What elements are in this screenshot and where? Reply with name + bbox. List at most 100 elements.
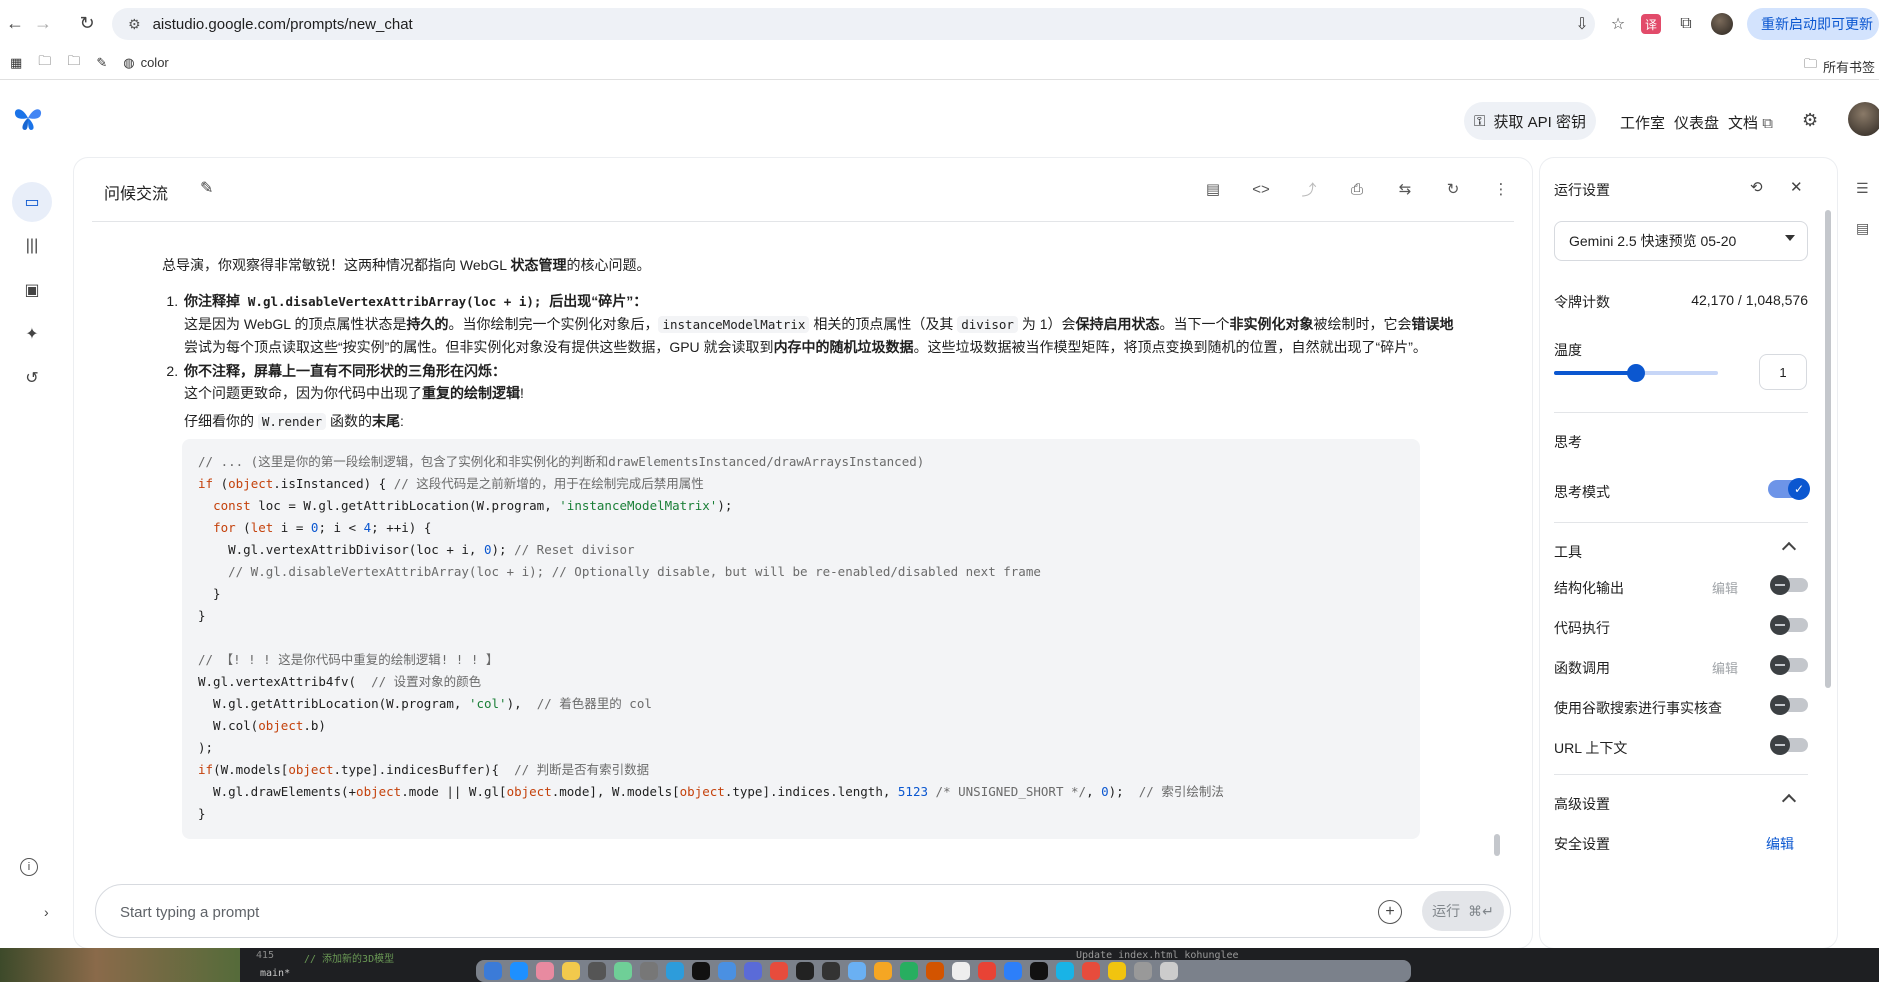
app-icon[interactable] (744, 962, 762, 980)
panel-icon[interactable]: ▤ (1856, 220, 1869, 237)
add-media-icon[interactable]: + (1378, 900, 1402, 924)
pen-icon[interactable]: ✎ (96, 55, 107, 71)
edit-title-icon[interactable]: ✎ (200, 178, 213, 198)
tune-icon[interactable]: ☰ (1856, 180, 1869, 197)
app-icon[interactable] (926, 962, 944, 980)
advanced-section[interactable]: 高级设置 (1554, 793, 1808, 814)
side-tools: ☰ ▤ (1846, 170, 1879, 250)
list-item: 你不注释，屏幕上一直有不同形状的三角形在闪烁： 这个问题更致命，因为你代码中出现… (182, 360, 1462, 433)
bookmarks-bar: ▦ 🗀 🗀 ✎ ◍ color 🗀 所有书签 (0, 46, 1879, 80)
ai-studio-logo-icon[interactable] (12, 104, 44, 132)
share-icon[interactable]: ⤴ (1296, 176, 1322, 202)
reload-icon[interactable]: ↻ (72, 8, 102, 38)
get-api-key-button[interactable]: ⚿ 获取 API 密钥 (1464, 102, 1596, 140)
nav-studio[interactable]: 工作室 (1620, 112, 1665, 133)
address-bar[interactable]: ⚙ aistudio.google.com/prompts/new_chat (112, 8, 1595, 40)
more-icon[interactable]: ⋮ (1488, 176, 1514, 202)
extension-icon[interactable]: 译 (1641, 14, 1661, 34)
settings-app-icon[interactable] (640, 962, 658, 980)
save-icon[interactable]: ⎙ (1344, 176, 1370, 202)
stream-icon[interactable]: ||| (12, 226, 52, 266)
build-icon[interactable]: ✦ (12, 314, 52, 354)
code-execution-toggle[interactable] (1770, 615, 1808, 635)
os-taskbar: 415 // 添加新的3D模型 main* Update index.html … (0, 948, 1879, 982)
notes-icon[interactable] (562, 962, 580, 980)
capcut-icon[interactable] (796, 962, 814, 980)
settings-scrollbar[interactable] (1825, 210, 1831, 688)
all-bookmarks[interactable]: 🗀 所有书签 (1804, 55, 1875, 77)
compare-arrows-icon[interactable]: ⇆ (1392, 176, 1418, 202)
check-icon: ✓ (1788, 478, 1810, 500)
app-icon[interactable] (666, 962, 684, 980)
app-store-icon[interactable] (510, 962, 528, 980)
nav-dashboard[interactable]: 仪表盘 (1674, 112, 1719, 133)
avatar[interactable] (1848, 102, 1879, 136)
history-icon[interactable]: ↺ (12, 358, 52, 398)
code-icon[interactable]: <> (1248, 176, 1274, 202)
finder-icon[interactable] (484, 962, 502, 980)
temperature-slider[interactable] (1554, 364, 1718, 382)
chat-title: 问候交流 (104, 186, 169, 203)
back-icon[interactable]: ← (0, 8, 30, 38)
terminal-icon[interactable] (822, 962, 840, 980)
app-icon[interactable] (1056, 962, 1074, 980)
install-app-icon[interactable]: ⇩ (1571, 13, 1593, 35)
forward-icon[interactable]: → (28, 8, 58, 38)
trash-icon[interactable] (1160, 962, 1178, 980)
bookmark-star-icon[interactable]: ☆ (1607, 13, 1629, 35)
thinking-mode-toggle[interactable]: ✓ (1768, 478, 1810, 500)
app-icon[interactable] (1134, 962, 1152, 980)
numbers-icon[interactable] (614, 962, 632, 980)
compare-icon[interactable]: ▤ (1200, 176, 1226, 202)
bookmark-color[interactable]: ◍ color (123, 55, 169, 71)
prompt-input[interactable] (120, 899, 1220, 925)
site-info-icon[interactable]: ⚙ (128, 16, 141, 33)
function-calling-edit[interactable]: 编辑 (1712, 658, 1738, 677)
function-calling-toggle[interactable] (1770, 655, 1808, 675)
chat-icon[interactable]: ▭ (12, 182, 52, 222)
url-context-toggle[interactable] (1770, 735, 1808, 755)
apps-grid-icon[interactable]: ▦ (10, 55, 22, 71)
reset-icon[interactable]: ⟲ (1750, 178, 1763, 196)
app-icon[interactable] (1082, 962, 1100, 980)
chrome-icon[interactable] (978, 962, 996, 980)
thinking-label: 思考 (1554, 434, 1582, 450)
app-icon[interactable] (848, 962, 866, 980)
chat-scrollbar[interactable] (1494, 834, 1500, 856)
vscode-icon[interactable] (1004, 962, 1022, 980)
puzzle-icon[interactable]: ⧉ (1675, 13, 1697, 35)
model-select[interactable]: Gemini 2.5 快速预览 05-20 (1554, 221, 1808, 261)
tools-section[interactable]: 工具 (1554, 541, 1808, 562)
grounding-toggle[interactable] (1770, 695, 1808, 715)
close-icon[interactable]: ✕ (1790, 178, 1803, 196)
media-icon[interactable]: ▣ (12, 270, 52, 310)
update-button[interactable]: 重新启动即可更新 (1747, 8, 1879, 40)
structured-output-edit[interactable]: 编辑 (1712, 578, 1738, 597)
folder-icon[interactable]: 🗀 (38, 52, 51, 74)
temperature-input[interactable]: 1 (1759, 354, 1807, 390)
safety-edit-link[interactable]: 编辑 (1766, 834, 1794, 854)
nav-docs[interactable]: 文档 ⧉ (1728, 112, 1773, 133)
app-icon[interactable] (874, 962, 892, 980)
typora-icon[interactable] (952, 962, 970, 980)
app-icon[interactable] (770, 962, 788, 980)
slider-handle[interactable] (1627, 364, 1645, 382)
app-icon[interactable] (718, 962, 736, 980)
thinking-mode-row: 思考模式 ✓ (1554, 478, 1810, 502)
folder-icon[interactable]: 🗀 (67, 52, 80, 74)
app-header: ⚿ 获取 API 密钥 工作室 仪表盘 文档 ⧉ ⚙ (0, 80, 1879, 158)
structured-output-toggle[interactable] (1770, 575, 1808, 595)
expand-sidebar-icon[interactable]: › (44, 904, 66, 926)
launchpad-icon[interactable] (536, 962, 554, 980)
wechat-icon[interactable] (900, 962, 918, 980)
run-button[interactable]: 运行 ⌘↵ (1422, 891, 1504, 931)
refresh-icon[interactable]: ↻ (1440, 176, 1466, 202)
terminal-icon[interactable] (692, 962, 710, 980)
qq-icon[interactable] (1030, 962, 1048, 980)
app-icon[interactable] (1108, 962, 1126, 980)
code-block[interactable]: // ... (这里是你的第一段绘制逻辑，包含了实例化和非实例化的判断和draw… (182, 439, 1420, 839)
info-icon[interactable]: i (20, 858, 38, 876)
profile-avatar[interactable] (1711, 13, 1733, 35)
gear-icon[interactable]: ⚙ (1802, 110, 1818, 131)
clock-icon[interactable] (588, 962, 606, 980)
